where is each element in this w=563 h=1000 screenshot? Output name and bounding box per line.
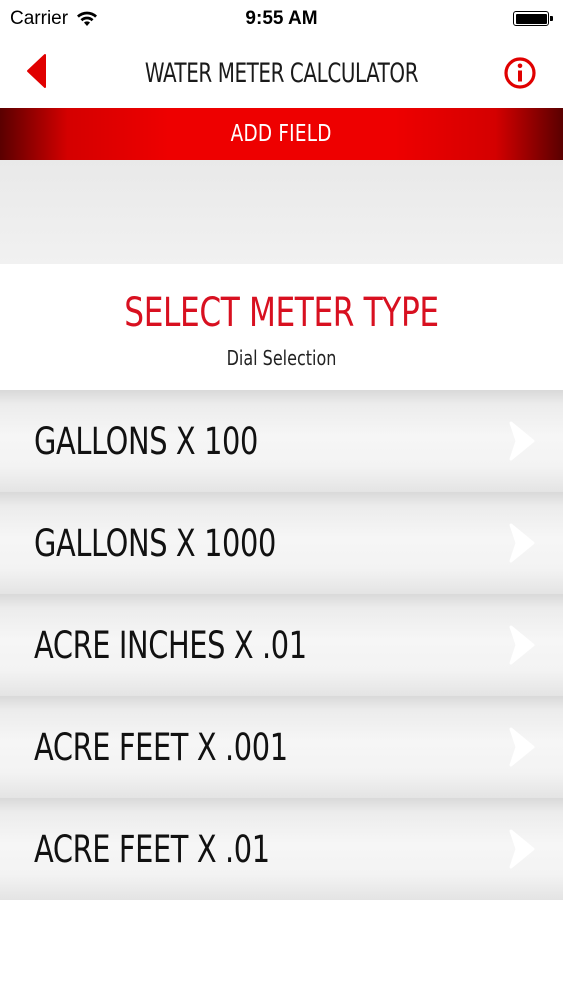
list-item-label: GALLONS X 1000 — [34, 522, 276, 565]
battery-fill — [515, 13, 547, 24]
list-item-label: ACRE FEET X .01 — [34, 828, 270, 871]
status-bar: Carrier 9:55 AM — [0, 0, 563, 38]
bottom-area — [0, 900, 563, 1000]
add-field-button[interactable]: ADD FIELD — [0, 108, 563, 160]
chevron-right-icon — [503, 522, 539, 564]
list-item-label: ACRE INCHES X .01 — [34, 624, 307, 667]
spacer-panel — [0, 160, 563, 264]
chevron-right-icon — [503, 624, 539, 666]
list-item-label: GALLONS X 100 — [34, 420, 258, 463]
status-time: 9:55 AM — [245, 8, 318, 29]
info-circle-icon — [503, 57, 537, 94]
chevron-right-icon — [503, 420, 539, 462]
chevron-right-icon — [503, 828, 539, 870]
list-item-gallons-x-1000[interactable]: GALLONS X 1000 — [0, 492, 563, 594]
chevron-right-icon — [503, 726, 539, 768]
navigation-bar: WATER METER CALCULATOR — [0, 38, 563, 108]
list-item-acre-inches-x-01[interactable]: ACRE INCHES X .01 — [0, 594, 563, 696]
meter-type-list: GALLONS X 100 GALLONS X 1000 ACRE INCHES… — [0, 390, 563, 900]
section-header: SELECT METER TYPE Dial Selection — [0, 264, 563, 390]
battery-icon — [513, 11, 553, 26]
battery-tip — [550, 16, 553, 21]
list-item-label: ACRE FEET X .001 — [34, 726, 288, 769]
chevron-left-icon — [25, 53, 47, 94]
info-button[interactable] — [503, 56, 537, 90]
list-item-acre-feet-x-01[interactable]: ACRE FEET X .01 — [0, 798, 563, 900]
list-item-gallons-x-100[interactable]: GALLONS X 100 — [0, 390, 563, 492]
add-field-label: ADD FIELD — [231, 121, 332, 147]
list-item-acre-feet-x-001[interactable]: ACRE FEET X .001 — [0, 696, 563, 798]
page-title: WATER METER CALCULATOR — [144, 58, 419, 89]
section-subtitle: Dial Selection — [226, 346, 337, 370]
section-title: SELECT METER TYPE — [124, 290, 439, 336]
back-button[interactable] — [20, 53, 52, 94]
